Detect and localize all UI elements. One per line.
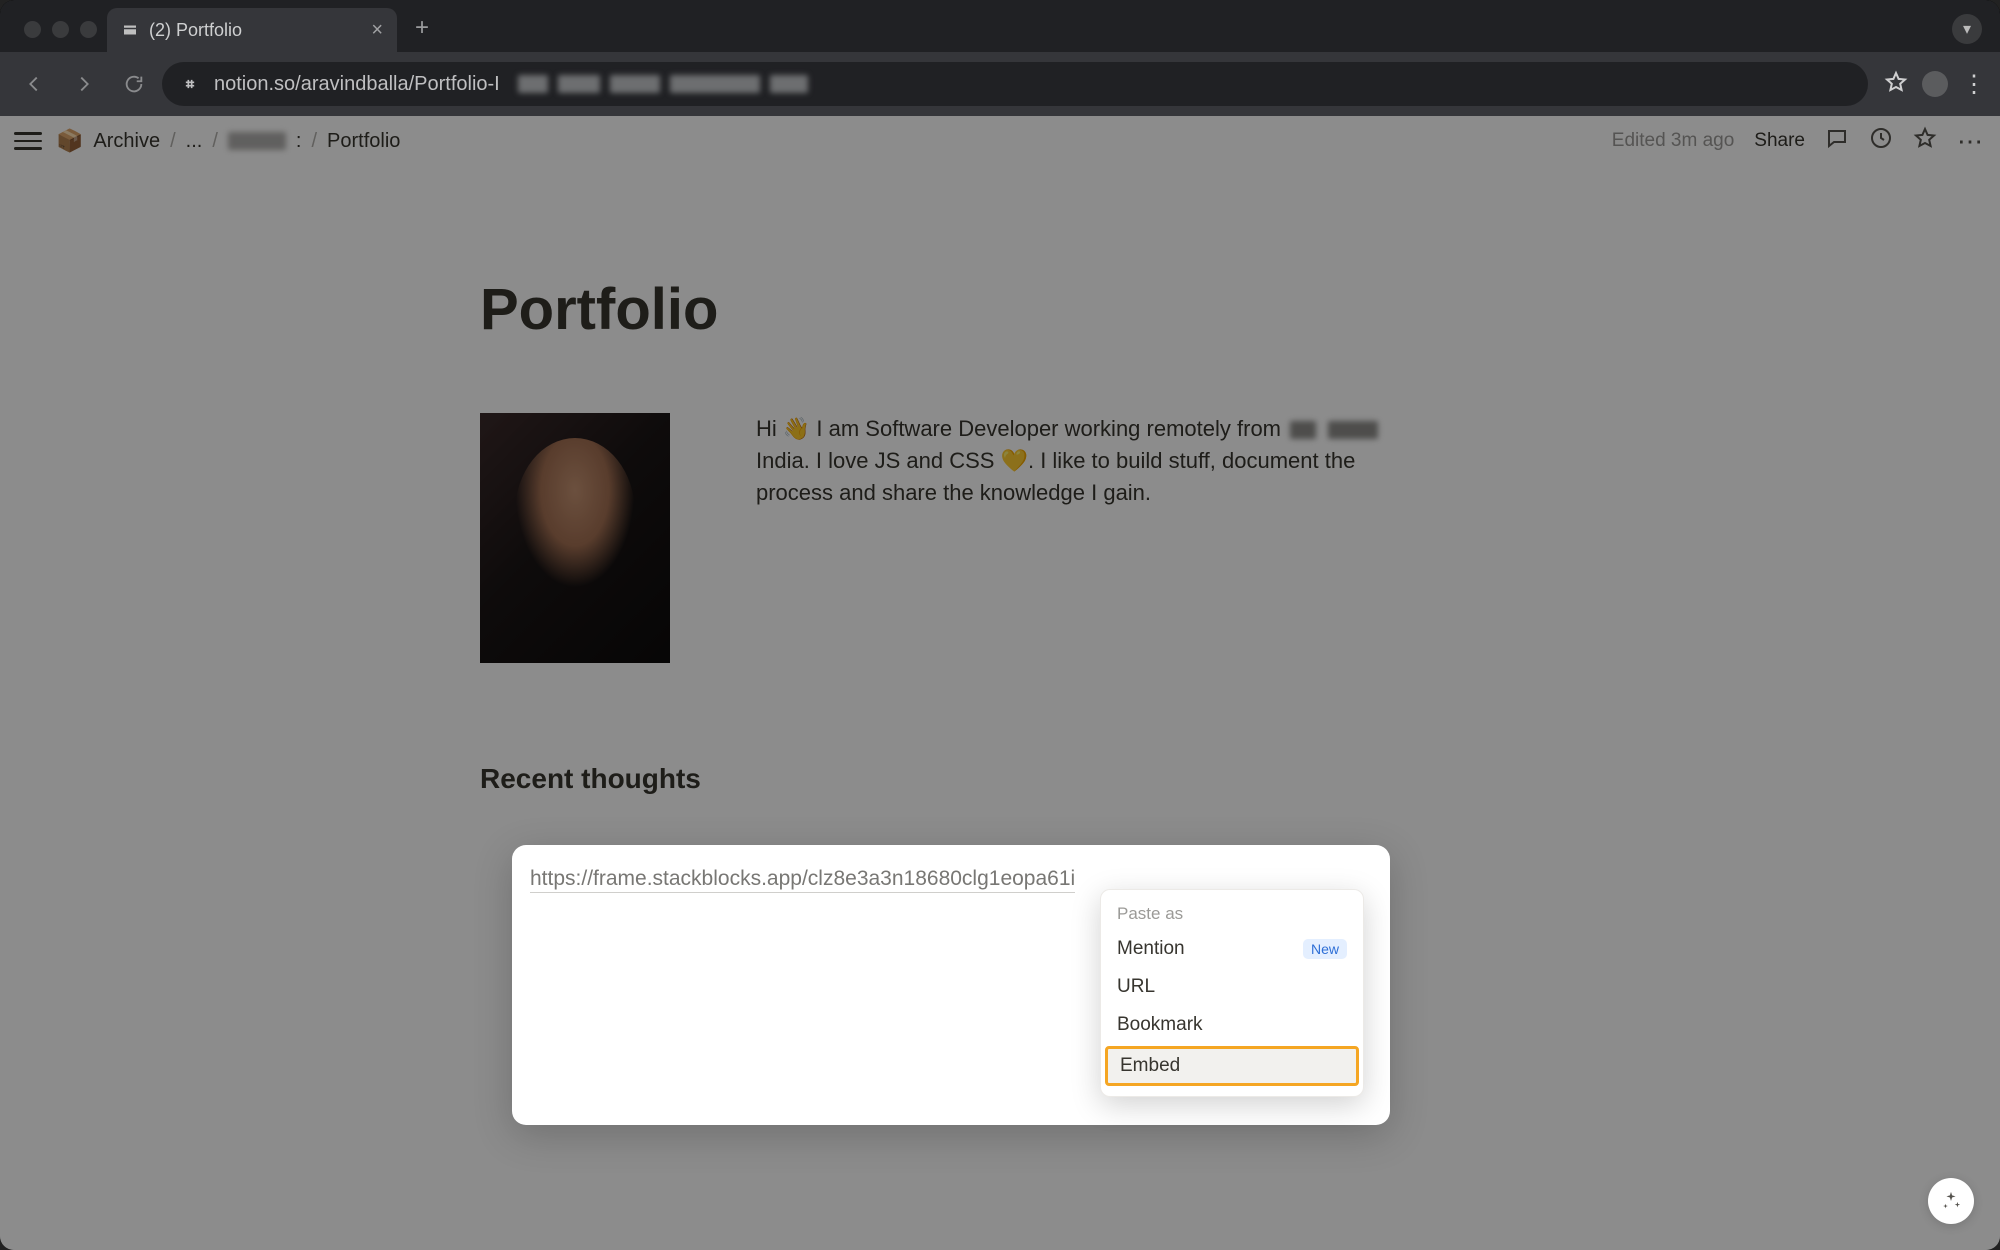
new-tab-button[interactable]: + bbox=[397, 14, 447, 52]
clock-icon bbox=[1869, 126, 1893, 150]
reload-icon bbox=[123, 73, 145, 95]
tab-close-icon[interactable]: × bbox=[371, 20, 383, 40]
sparkle-icon bbox=[1940, 1190, 1962, 1212]
paste-option-embed[interactable]: Embed bbox=[1105, 1046, 1359, 1086]
toolbar-actions: ⋮ bbox=[1874, 70, 1988, 99]
profile-avatar-button[interactable] bbox=[1922, 71, 1948, 97]
page-more-button[interactable]: ⋯ bbox=[1957, 126, 1986, 157]
bookmark-star-button[interactable] bbox=[1884, 70, 1908, 99]
breadcrumb-current[interactable]: Portfolio bbox=[327, 130, 400, 153]
intro-paragraph[interactable]: Hi 👋 I am Software Developer working rem… bbox=[756, 413, 1386, 509]
redacted-text bbox=[1290, 421, 1316, 439]
pasted-url-text[interactable]: https://frame.stackblocks.app/clz8e3a3n1… bbox=[530, 867, 1075, 893]
tab-strip: (2) Portfolio × + ▾ bbox=[0, 0, 2000, 52]
star-icon bbox=[1884, 70, 1908, 94]
breadcrumb-ellipsis[interactable]: ... bbox=[186, 130, 203, 153]
breadcrumb-root[interactable]: Archive bbox=[93, 130, 160, 153]
notion-topbar: 📦 Archive / ... / : / Portfolio Edited 3… bbox=[0, 116, 2000, 166]
arrow-right-icon bbox=[73, 73, 95, 95]
profile-photo[interactable] bbox=[480, 413, 670, 663]
address-bar[interactable]: notion.so/aravindballa/Portfolio-I bbox=[162, 62, 1868, 106]
new-badge: New bbox=[1303, 939, 1347, 959]
forward-button[interactable] bbox=[62, 62, 106, 106]
page-title[interactable]: Portfolio bbox=[480, 276, 1520, 343]
tabs-dropdown-button[interactable]: ▾ bbox=[1952, 14, 1982, 44]
intro-text-before: Hi 👋 I am Software Developer working rem… bbox=[756, 416, 1287, 441]
tab-title: (2) Portfolio bbox=[149, 20, 361, 41]
breadcrumb-colon: : bbox=[296, 130, 302, 153]
star-icon bbox=[1913, 126, 1937, 150]
arrow-left-icon bbox=[23, 73, 45, 95]
site-info-icon[interactable] bbox=[178, 74, 202, 94]
browser-chrome: (2) Portfolio × + ▾ notion.so/aravindbal… bbox=[0, 0, 2000, 116]
url-redacted bbox=[518, 75, 808, 93]
redacted-text bbox=[1328, 421, 1378, 439]
url-text: notion.so/aravindballa/Portfolio-I bbox=[214, 73, 500, 96]
reload-button[interactable] bbox=[112, 62, 156, 106]
favorite-button[interactable] bbox=[1913, 126, 1937, 156]
traffic-close[interactable] bbox=[24, 21, 41, 38]
traffic-minimize[interactable] bbox=[52, 21, 69, 38]
share-button[interactable]: Share bbox=[1754, 130, 1805, 152]
ai-assist-fab[interactable] bbox=[1928, 1178, 1974, 1224]
browser-tab[interactable]: (2) Portfolio × bbox=[107, 8, 397, 52]
section-heading-recent-thoughts[interactable]: Recent thoughts bbox=[480, 763, 1520, 795]
tab-favicon-icon bbox=[121, 21, 139, 39]
intro-text-after: India. I love JS and CSS 💛. I like to bu… bbox=[756, 448, 1355, 505]
paste-option-url[interactable]: URL bbox=[1101, 968, 1363, 1006]
sidebar-toggle-button[interactable] bbox=[14, 127, 42, 155]
paste-menu-header: Paste as bbox=[1101, 896, 1363, 930]
paste-option-mention[interactable]: Mention New bbox=[1101, 930, 1363, 968]
paste-option-bookmark[interactable]: Bookmark bbox=[1101, 1006, 1363, 1044]
edited-timestamp: Edited 3m ago bbox=[1612, 130, 1735, 152]
page-icon: 📦 bbox=[56, 128, 83, 154]
page-content: Portfolio Hi 👋 I am Software Developer w… bbox=[350, 166, 1650, 795]
traffic-zoom[interactable] bbox=[80, 21, 97, 38]
back-button[interactable] bbox=[12, 62, 56, 106]
updates-button[interactable] bbox=[1869, 126, 1893, 156]
paste-as-menu: Paste as Mention New URL Bookmark Embed bbox=[1100, 889, 1364, 1097]
comments-button[interactable] bbox=[1825, 126, 1849, 156]
comment-icon bbox=[1825, 126, 1849, 150]
breadcrumb[interactable]: 📦 Archive / ... / : / Portfolio bbox=[56, 128, 400, 154]
browser-menu-button[interactable]: ⋮ bbox=[1962, 70, 1988, 99]
breadcrumb-redacted bbox=[228, 132, 286, 150]
window-controls bbox=[14, 21, 107, 52]
toolbar: notion.so/aravindballa/Portfolio-I ⋮ bbox=[0, 52, 2000, 116]
